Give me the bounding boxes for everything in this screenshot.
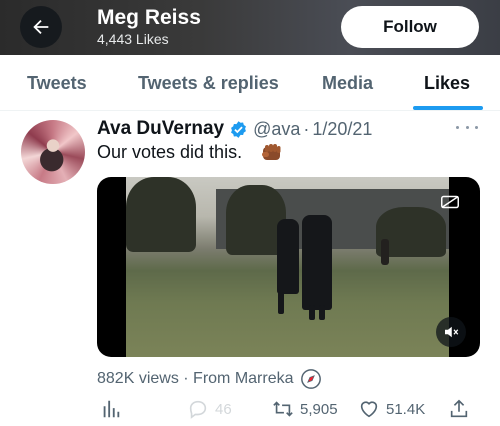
tab-media[interactable]: Media — [322, 55, 373, 111]
active-tab-indicator — [413, 106, 483, 110]
profile-tabs: Tweets Tweets & replies Media Likes — [0, 55, 500, 111]
follow-button[interactable]: Follow — [341, 6, 479, 48]
tweet-text: Our votes did this. — [97, 142, 243, 162]
views-text: 882K views · From Marreka — [97, 370, 294, 387]
heart-icon — [360, 401, 378, 418]
tweet-video[interactable] — [97, 177, 480, 357]
tab-tweets-and-replies[interactable]: Tweets & replies — [138, 55, 279, 111]
mute-button[interactable] — [436, 317, 466, 347]
raised-fist-icon — [262, 144, 281, 160]
arrow-left-icon — [33, 19, 49, 35]
share-button[interactable] — [448, 394, 470, 424]
reply-icon — [189, 400, 207, 419]
avatar[interactable] — [21, 120, 85, 184]
separator: · — [303, 118, 310, 139]
share-icon — [450, 399, 468, 418]
tab-likes[interactable]: Likes — [424, 55, 470, 111]
profile-name: Meg Reiss — [97, 6, 201, 29]
analytics-icon — [103, 400, 120, 418]
retweet-count: 5,905 — [300, 400, 338, 418]
analytics-button[interactable] — [100, 394, 122, 424]
author-name[interactable]: Ava DuVernay — [97, 118, 224, 140]
reply-count: 46 — [215, 400, 232, 418]
back-button[interactable] — [20, 6, 62, 48]
compass-icon — [300, 369, 321, 389]
tweet-actions: 46 5,905 51.4K — [0, 394, 500, 424]
more-options-icon[interactable] — [456, 119, 478, 135]
tweet-date[interactable]: 1/20/21 — [312, 119, 372, 140]
speaker-muted-icon — [445, 326, 459, 338]
video-frame — [126, 177, 449, 357]
like-count: 51.4K — [386, 400, 426, 418]
likes-count: 4,443 Likes — [97, 31, 169, 47]
like-button[interactable]: 51.4K — [358, 394, 425, 424]
profile-header: Meg Reiss 4,443 Likes Follow — [0, 0, 500, 55]
tweet-header: Ava DuVernay @ava · 1/20/21 — [97, 117, 372, 141]
verified-badge-icon — [231, 120, 247, 138]
retweet-icon — [273, 401, 293, 417]
tweet-views: 882K views · From Marreka — [97, 368, 322, 390]
author-handle[interactable]: @ava — [253, 119, 300, 140]
reply-button[interactable]: 46 — [187, 394, 232, 424]
retweet-button[interactable]: 5,905 — [272, 394, 338, 424]
picture-in-picture-icon[interactable] — [439, 191, 461, 213]
tab-tweets[interactable]: Tweets — [27, 55, 87, 111]
